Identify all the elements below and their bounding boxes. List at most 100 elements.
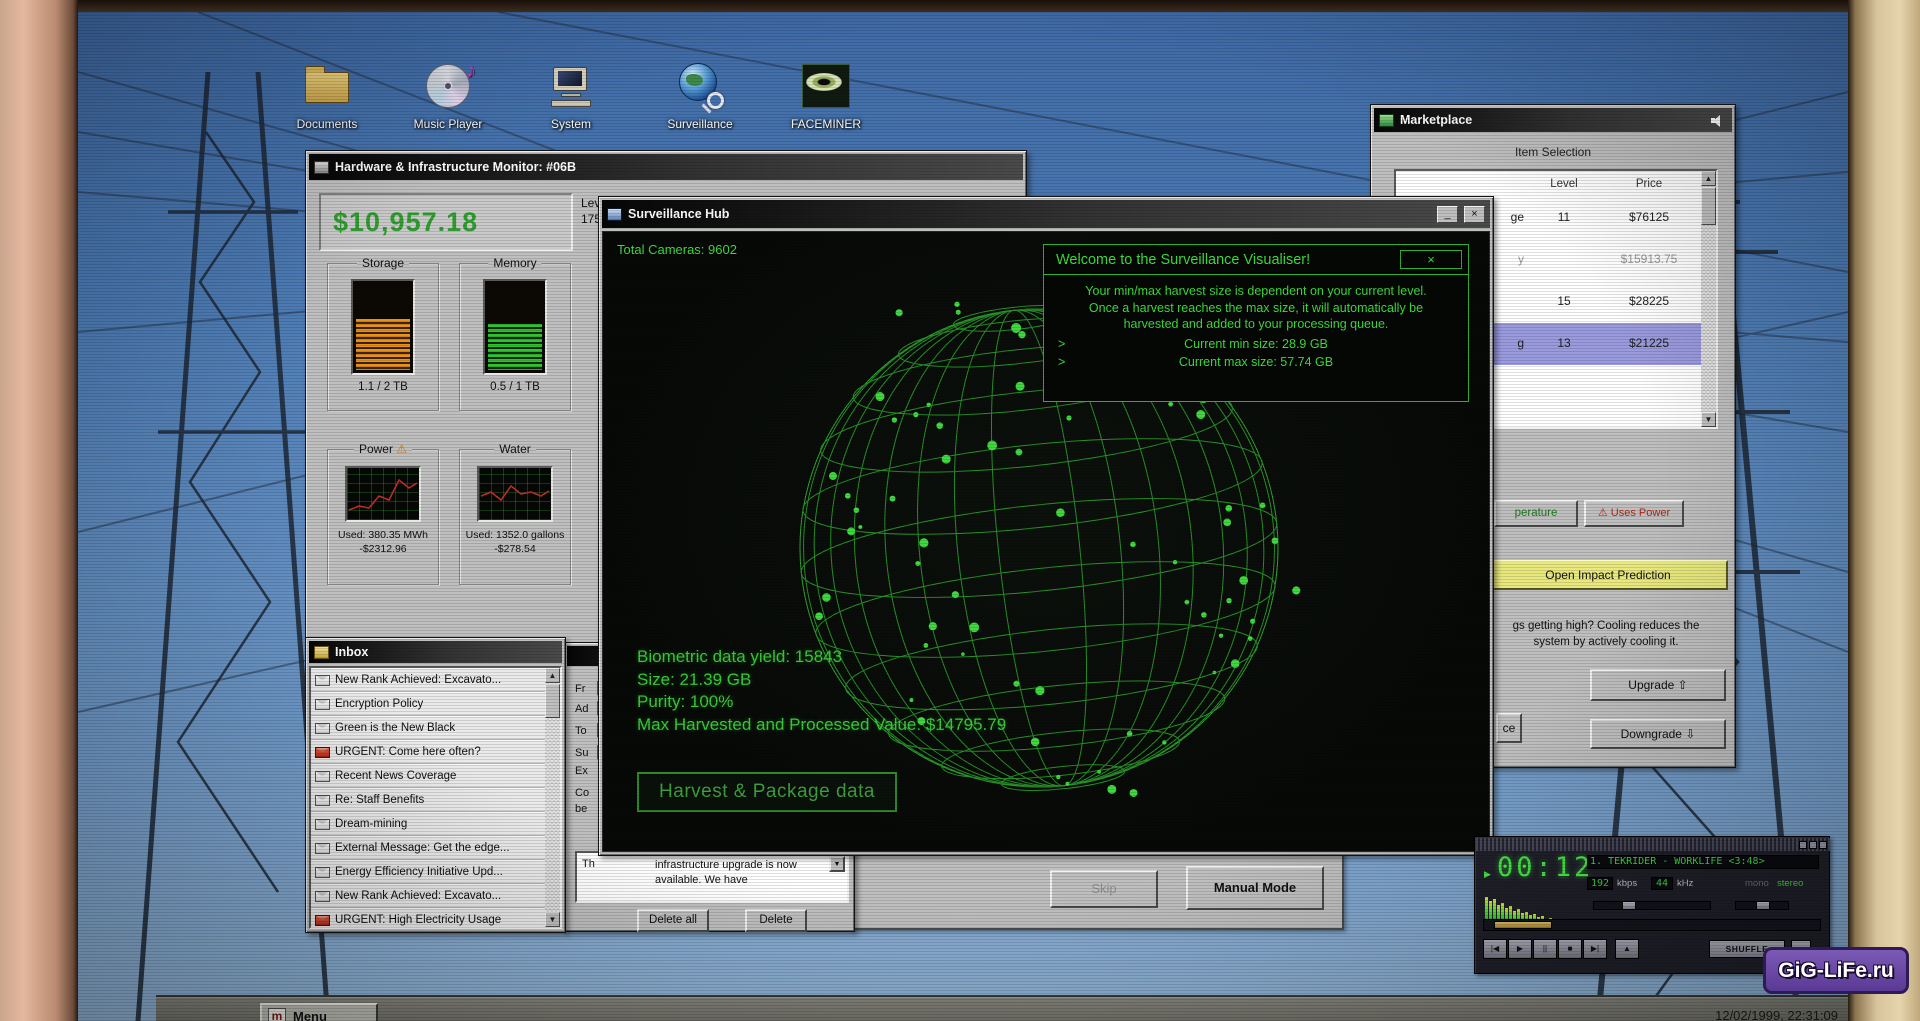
delete-all-button[interactable]: Delete all (637, 909, 709, 932)
uses-power-button[interactable]: ⚠ Uses Power (1584, 500, 1684, 527)
surveillance-viewport: Total Cameras: 9602 Welcome to the Surve… (602, 231, 1490, 852)
mail-item[interactable]: Green is the New Black (311, 716, 545, 740)
player-shade-button[interactable] (1809, 840, 1817, 849)
scroll-thumb[interactable] (545, 684, 560, 718)
scrollbar[interactable]: ▲ ▼ (545, 668, 560, 927)
computer-icon (545, 60, 597, 112)
scroll-thumb[interactable] (1701, 187, 1716, 225)
inbox-window: Inbox New Rank Achieved: Excavato... Enc… (305, 637, 566, 933)
item-selection-label: Item Selection (1514, 145, 1592, 159)
mail-item-urgent[interactable]: URGENT: High Electricity Usage (311, 908, 545, 927)
dropdown-icon[interactable]: ▼ (829, 856, 845, 872)
field-label-fragment: Ad (575, 703, 589, 715)
speaker-icon[interactable] (1711, 114, 1727, 127)
close-icon[interactable]: × (1464, 205, 1485, 223)
stop-button[interactable]: ■ (1558, 939, 1582, 959)
mail-item[interactable]: Re: Staff Benefits (311, 788, 545, 812)
mono-indicator: mono (1745, 878, 1769, 889)
volume-slider[interactable] (1593, 901, 1711, 910)
balance-slider[interactable] (1735, 901, 1789, 910)
icon-label: FACEMINER (790, 117, 861, 131)
mail-item[interactable]: Dream-mining (311, 812, 545, 836)
play-button[interactable]: ▶ (1508, 939, 1532, 959)
downgrade-button[interactable]: Downgrade ⇩ (1590, 719, 1726, 749)
harvest-package-button[interactable]: Harvest & Package data (637, 772, 897, 812)
text-fragment: Co (575, 787, 590, 799)
envelope-icon (315, 890, 330, 902)
monitor-bezel-right (1848, 0, 1920, 1021)
mail-item[interactable]: Recent News Coverage (311, 764, 545, 788)
track-time: 00:12 (1497, 852, 1594, 883)
inbox-titlebar[interactable]: Inbox (309, 641, 562, 663)
delete-button[interactable]: Delete (745, 909, 807, 932)
hardware-titlebar[interactable]: Hardware & Infrastructure Monitor: #06B (309, 154, 1023, 180)
mail-item[interactable]: External Message: Get the edge... (311, 836, 545, 860)
seek-bar[interactable] (1483, 919, 1821, 931)
desktop-icon-surveillance[interactable]: Surveillance (652, 60, 748, 131)
manual-mode-button[interactable]: Manual Mode (1186, 866, 1324, 910)
eject-button[interactable]: ▲ (1615, 939, 1639, 959)
crt-monitor: Documents ♪ Music Player System Surveill… (0, 0, 1920, 1021)
envelope-icon (315, 866, 330, 878)
desktop-icon-documents[interactable]: Documents (279, 60, 375, 131)
minimize-icon[interactable]: _ (1437, 205, 1458, 223)
envelope-icon-urgent (315, 914, 330, 926)
water-cost: -$278.54 (494, 543, 536, 555)
bitrate-value: 192 (1587, 877, 1613, 890)
eye-icon (800, 60, 852, 112)
mail-item-urgent[interactable]: URGENT: Come here often? (311, 740, 545, 764)
desktop-icon-faceminer[interactable]: FACEMINER (778, 60, 874, 131)
cd-icon: ♪ (422, 60, 476, 112)
player-close-button[interactable] (1819, 840, 1827, 849)
taskbar: m Menu 12/02/1999, 22:31:09 (156, 997, 1848, 1021)
memory-panel: Memory 0.5 / 1 TB (459, 256, 571, 411)
harvest-size: Size: 21.39 GB (637, 669, 752, 689)
enhance-button-fragment[interactable]: ce (1496, 713, 1522, 743)
surveillance-window-icon (607, 207, 622, 221)
scroll-up-icon[interactable]: ▲ (545, 668, 560, 683)
mail-item[interactable]: Energy Efficiency Initiative Upd... (311, 860, 545, 884)
envelope-icon (315, 818, 330, 830)
mail-item[interactable]: Encryption Policy (311, 692, 545, 716)
storage-panel: Storage 1.1 / 2 TB (327, 256, 439, 411)
mail-item[interactable]: New Rank Achieved: Excavato... (311, 884, 545, 908)
total-cameras: Total Cameras: 9602 (617, 242, 737, 257)
water-chart (477, 466, 553, 522)
upgrade-button[interactable]: Upgrade ⇧ (1590, 669, 1726, 701)
seek-thumb[interactable] (1494, 921, 1552, 929)
player-titlebar[interactable] (1476, 838, 1830, 851)
next-button[interactable]: ▶| (1583, 939, 1607, 959)
pause-button[interactable]: || (1533, 939, 1557, 959)
icon-label: Documents (296, 117, 358, 131)
open-impact-prediction-button[interactable]: Open Impact Prediction (1488, 560, 1728, 590)
envelope-icon (315, 698, 330, 710)
scroll-down-icon[interactable]: ▼ (1701, 412, 1716, 427)
folder-icon (301, 60, 353, 112)
scroll-up-icon[interactable]: ▲ (1701, 171, 1716, 186)
bitrate-unit: kbps (1617, 878, 1638, 889)
text-fragment: be (575, 803, 588, 815)
message-body: Th infrastructure upgrade is now availab… (575, 851, 849, 903)
mail-item[interactable]: New Rank Achieved: Excavato... (311, 668, 545, 692)
water-used: Used: 1352.0 gallons (465, 529, 565, 541)
menu-button[interactable]: m Menu (260, 1003, 378, 1021)
dialog-close-icon[interactable]: × (1400, 250, 1462, 269)
desktop: Documents ♪ Music Player System Surveill… (78, 12, 1848, 1021)
harvest-value: Max Harvested and Processed Value: $1479… (637, 714, 1007, 734)
desktop-icon-music-player[interactable]: ♪ Music Player (400, 60, 496, 131)
window-title: Inbox (335, 645, 369, 659)
skip-button[interactable]: Skip (1050, 870, 1158, 908)
envelope-icon (315, 794, 330, 806)
scrollbar[interactable]: ▲ ▼ (1701, 171, 1716, 427)
marketplace-titlebar[interactable]: Marketplace (1374, 108, 1732, 132)
memory-value: 0.5 / 1 TB (490, 381, 540, 393)
prev-button[interactable]: |◀ (1483, 939, 1507, 959)
surveillance-titlebar[interactable]: Surveillance Hub _ × (602, 200, 1490, 228)
player-minimize-button[interactable] (1799, 840, 1807, 849)
temperature-button-fragment[interactable]: perature (1494, 500, 1578, 527)
window-title: Marketplace (1400, 113, 1473, 127)
desktop-icon-system[interactable]: System (523, 60, 619, 131)
scroll-down-icon[interactable]: ▼ (545, 912, 560, 927)
text-fragment: Ex (575, 765, 588, 777)
globe-magnifier-icon (674, 60, 726, 112)
